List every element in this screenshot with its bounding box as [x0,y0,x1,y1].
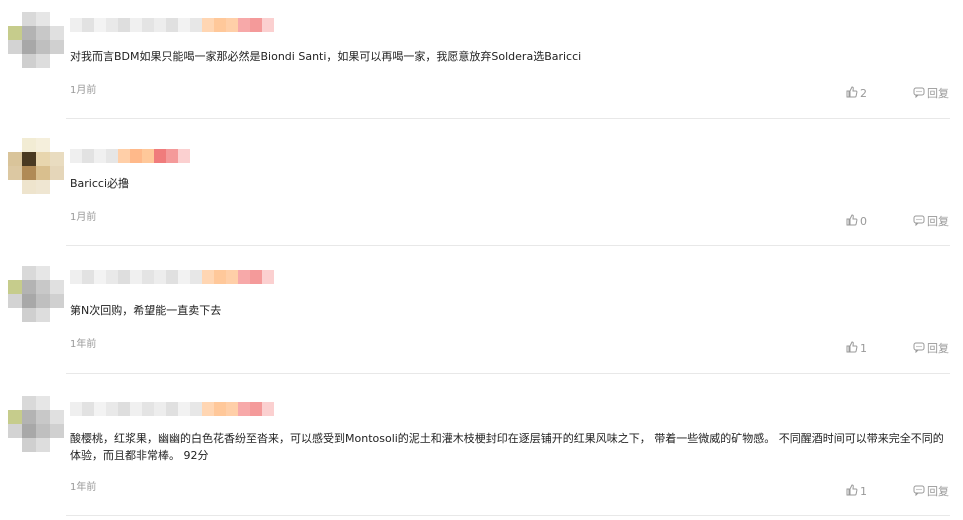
thumbs-up-icon [846,214,858,230]
username[interactable] [70,402,274,416]
like-count: 0 [860,215,867,228]
comment-icon [913,86,925,102]
username[interactable] [70,18,274,32]
thumbs-up-icon [846,86,858,102]
divider [66,515,950,516]
comment-text: 酸樱桃，红浆果，幽幽的白色花香纷至沓来，可以感受到Montosoli的泥土和灌木… [70,432,944,462]
reply-label: 回复 [927,215,949,228]
avatar[interactable] [8,266,64,322]
comment-text: 第N次回购，希望能一直卖下去 [70,304,222,317]
like-count: 1 [860,485,867,498]
like-button[interactable]: 2 [846,86,867,102]
reply-button[interactable]: 回复 [913,86,949,102]
reply-button[interactable]: 回复 [913,214,949,230]
divider [66,373,950,374]
like-button[interactable]: 0 [846,214,867,230]
like-button[interactable]: 1 [846,484,867,500]
comment-time: 1月前 [70,212,97,223]
reply-label: 回复 [927,87,949,100]
avatar[interactable] [8,12,64,68]
like-count: 1 [860,342,867,355]
username[interactable] [70,149,190,163]
comment-icon [913,484,925,500]
comment-time: 1月前 [70,85,97,96]
like-button[interactable]: 1 [846,341,867,357]
reply-button[interactable]: 回复 [913,341,949,357]
reply-button[interactable]: 回复 [913,484,949,500]
comment-text: 对我而言BDM如果只能喝一家那必然是Biondi Santi，如果可以再喝一家，… [70,50,582,63]
comment-text: Baricci必撸 [70,177,130,190]
comment-time: 1年前 [70,482,97,493]
comment-icon [913,214,925,230]
comment-icon [913,341,925,357]
comment-time: 1年前 [70,339,97,350]
username[interactable] [70,270,274,284]
divider [66,118,950,119]
like-count: 2 [860,87,867,100]
thumbs-up-icon [846,341,858,357]
avatar[interactable] [8,138,64,194]
reply-label: 回复 [927,485,949,498]
thumbs-up-icon [846,484,858,500]
divider [66,245,950,246]
reply-label: 回复 [927,342,949,355]
avatar[interactable] [8,396,64,452]
